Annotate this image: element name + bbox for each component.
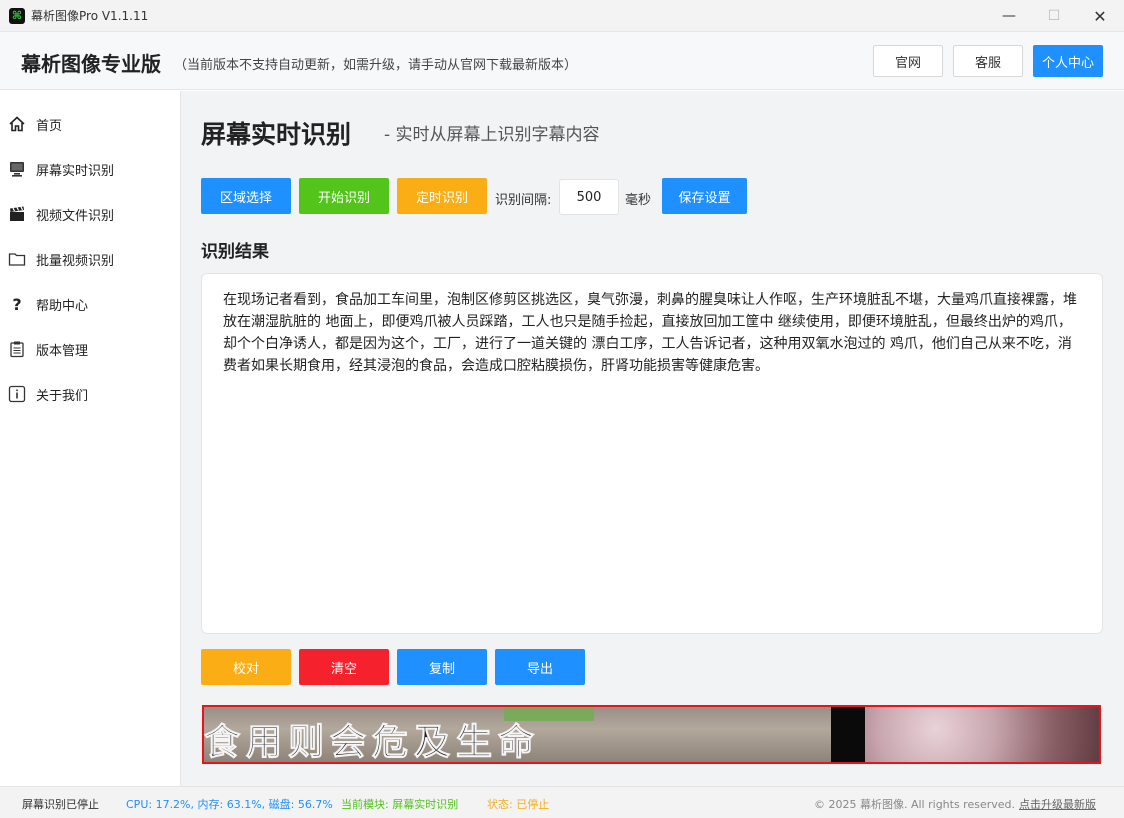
app-header: 幕析图像专业版 （当前版本不支持自动更新，如需升级，请手动从官网下载最新版本） … <box>0 32 1124 90</box>
update-note: （当前版本不支持自动更新，如需升级，请手动从官网下载最新版本） <box>174 58 578 73</box>
preview-divider <box>831 707 865 762</box>
info-icon <box>8 385 26 403</box>
home-icon <box>8 115 26 133</box>
sidebar: 首页 屏幕实时识别 视频文件识别 批量视频识别 ? 帮助中心 版本管理 关于我们 <box>0 91 181 786</box>
copyright: © 2025 幕析图像. All rights reserved. <box>814 798 1016 811</box>
clapperboard-icon <box>8 205 26 223</box>
question-icon: ? <box>8 295 26 313</box>
system-usage: CPU: 17.2%, 内存: 63.1%, 磁盘: 56.7% <box>126 798 333 811</box>
interval-input[interactable] <box>559 179 619 215</box>
interval-unit: 毫秒 <box>625 193 652 208</box>
clipboard-icon <box>8 340 26 358</box>
sidebar-item-help[interactable]: ? 帮助中心 <box>0 284 180 324</box>
region-preview: 食用则会危及生命 <box>202 705 1101 764</box>
customer-service-button[interactable]: 客服 <box>953 45 1023 77</box>
save-settings-button[interactable]: 保存设置 <box>662 178 747 214</box>
page-title: 屏幕实时识别 <box>201 120 352 149</box>
main-content: 屏幕实时识别 - 实时从屏幕上识别字幕内容 区域选择 开始识别 定时识别 识别间… <box>181 91 1124 786</box>
sidebar-item-about[interactable]: 关于我们 <box>0 374 180 414</box>
website-button[interactable]: 官网 <box>873 45 943 77</box>
sidebar-item-label: 首页 <box>36 118 63 134</box>
start-recognition-button[interactable]: 开始识别 <box>299 178 389 214</box>
timed-recognition-button[interactable]: 定时识别 <box>397 178 487 214</box>
export-button[interactable]: 导出 <box>495 649 585 685</box>
sidebar-item-version[interactable]: 版本管理 <box>0 329 180 369</box>
window-title: 幕析图像Pro V1.1.11 <box>31 9 149 23</box>
status-bar: 屏幕识别已停止 CPU: 17.2%, 内存: 63.1%, 磁盘: 56.7%… <box>0 786 1124 818</box>
minimize-button[interactable]: — <box>986 0 1032 32</box>
interval-label: 识别间隔: <box>495 193 552 208</box>
clear-button[interactable]: 清空 <box>299 649 389 685</box>
sidebar-item-label: 屏幕实时识别 <box>36 163 115 179</box>
run-state: 状态: 已停止 <box>487 798 550 811</box>
page-subtitle: - 实时从屏幕上识别字幕内容 <box>384 125 600 145</box>
brand-title: 幕析图像专业版 <box>21 52 161 76</box>
upgrade-link[interactable]: 点击升级最新版 <box>1019 796 1096 812</box>
result-heading: 识别结果 <box>201 242 269 262</box>
region-select-button[interactable]: 区域选择 <box>201 178 291 214</box>
sidebar-item-label: 关于我们 <box>36 388 89 404</box>
close-button[interactable]: ✕ <box>1077 0 1123 32</box>
sidebar-item-label: 批量视频识别 <box>36 253 115 269</box>
monitor-icon <box>8 160 26 178</box>
current-module: 当前模块: 屏幕实时识别 <box>341 798 459 811</box>
sidebar-item-label: 帮助中心 <box>36 298 89 314</box>
sidebar-item-label: 视频文件识别 <box>36 208 115 224</box>
preview-image <box>865 707 1099 762</box>
svg-text:?: ? <box>12 295 21 313</box>
sidebar-item-video-file[interactable]: 视频文件识别 <box>0 194 180 234</box>
sidebar-item-screen-recognition[interactable]: 屏幕实时识别 <box>0 149 180 189</box>
folder-icon <box>8 250 26 268</box>
title-bar: ⌘ 幕析图像Pro V1.1.11 — ☐ ✕ <box>0 0 1124 32</box>
proofread-button[interactable]: 校对 <box>201 649 291 685</box>
result-textarea[interactable]: 在现场记者看到，食品加工车间里，泡制区修剪区挑选区，臭气弥漫，刺鼻的腥臭味让人作… <box>201 273 1103 634</box>
sidebar-item-label: 版本管理 <box>36 343 89 359</box>
sidebar-item-home[interactable]: 首页 <box>0 104 180 144</box>
recognition-status: 屏幕识别已停止 <box>22 798 99 811</box>
sidebar-item-batch-video[interactable]: 批量视频识别 <box>0 239 180 279</box>
copy-button[interactable]: 复制 <box>397 649 487 685</box>
preview-caption: 食用则会危及生命 <box>204 721 541 763</box>
user-center-button[interactable]: 个人中心 <box>1033 45 1103 77</box>
app-logo-icon: ⌘ <box>9 7 25 24</box>
maximize-button[interactable]: ☐ <box>1031 0 1077 32</box>
